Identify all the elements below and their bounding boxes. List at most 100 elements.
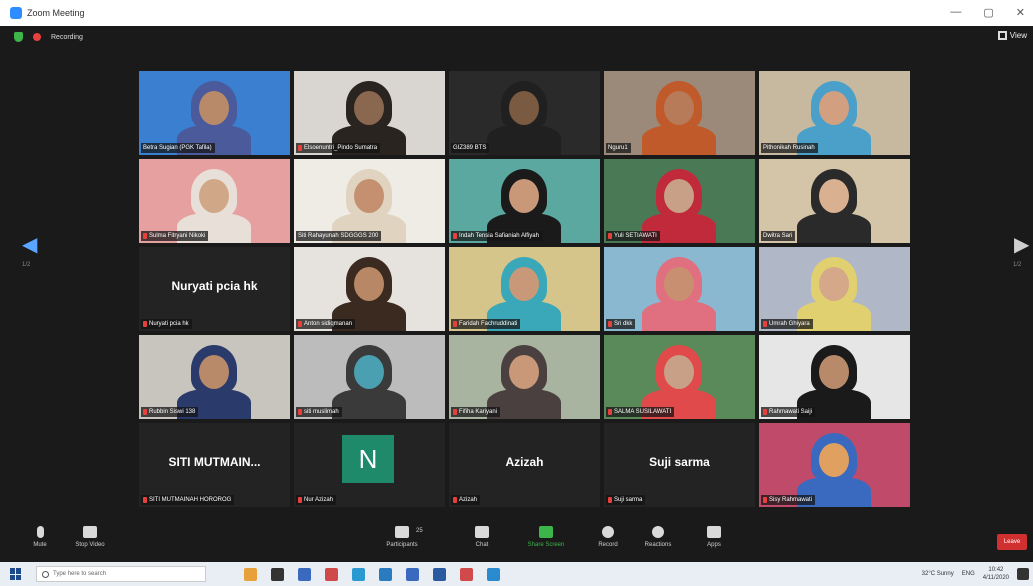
participant-nametag: Elsoenuntri_Pindo Sumatra	[296, 143, 381, 153]
next-page-arrow-icon[interactable]: ▶	[1014, 232, 1029, 257]
participant-nametag: SITI MUTMAINAH HOROROG	[141, 495, 235, 505]
gallery-view-icon	[997, 31, 1007, 40]
participant-tile[interactable]: Anton sidiqmanan	[294, 247, 445, 331]
participant-tile[interactable]: Sisy Rahmawati	[759, 423, 910, 507]
muted-microphone-icon	[453, 321, 457, 327]
taskbar-app-icon[interactable]	[406, 567, 419, 581]
taskbar-search-input[interactable]: Type here to search	[36, 566, 206, 582]
participant-name: Anton sidiqmanan	[304, 321, 353, 327]
participant-name: Nur Azizah	[304, 497, 334, 503]
participant-tile[interactable]: Elsoenuntri_Pindo Sumatra	[294, 71, 445, 155]
muted-microphone-icon	[453, 497, 457, 503]
minimize-button[interactable]: —	[950, 6, 961, 19]
participant-tile[interactable]: Pithonikah Rusinah	[759, 71, 910, 155]
muted-microphone-icon	[143, 321, 147, 327]
close-button[interactable]: ✕	[1016, 6, 1025, 19]
windows-start-icon[interactable]	[10, 568, 22, 580]
taskbar-clock[interactable]: 10:42 4/11/2020	[983, 566, 1009, 582]
participant-nametag: Rubbin Siswi 138	[141, 407, 199, 417]
taskbar-app-icon[interactable]	[271, 567, 284, 581]
participant-tile[interactable]: Fifiha Kariyani	[449, 335, 600, 419]
weather-widget[interactable]: 32°C Sunny	[922, 571, 954, 577]
share-screen-button[interactable]: Share Screen	[524, 526, 568, 548]
participant-tile[interactable]: Sulma Fitryani Nikoki	[139, 159, 290, 243]
participant-nametag: siti muslimah	[296, 407, 342, 417]
muted-microphone-icon	[143, 409, 147, 415]
participant-nametag: Fifiha Kariyani	[451, 407, 501, 417]
participant-tile[interactable]: Yuli SETIAWATI	[604, 159, 755, 243]
muted-microphone-icon	[143, 497, 147, 503]
taskbar-app-icon[interactable]	[487, 567, 500, 581]
participant-name: Indah Tensia Safianiah Alfiyah	[459, 233, 539, 239]
zoom-app-icon	[10, 7, 22, 19]
muted-microphone-icon	[608, 233, 612, 239]
stop-video-button[interactable]: Stop Video	[68, 526, 112, 548]
participant-name: Faridah Fachruddinati	[459, 321, 518, 327]
participant-tile[interactable]: Umrah Ghiyara	[759, 247, 910, 331]
participant-name: Fifiha Kariyani	[459, 409, 498, 415]
taskbar-app-icon[interactable]	[433, 567, 446, 581]
participant-nametag: Betra Sugian (PGK Tafila)	[141, 143, 215, 153]
participant-tile[interactable]: Betra Sugian (PGK Tafila)	[139, 71, 290, 155]
participant-tile[interactable]: Azizah Azizah	[449, 423, 600, 507]
participant-tile[interactable]: GIZ389 BTS	[449, 71, 600, 155]
muted-microphone-icon	[298, 409, 302, 415]
participant-tile[interactable]: Rubbin Siswi 138	[139, 335, 290, 419]
taskbar-app-icon[interactable]	[460, 567, 473, 581]
language-indicator[interactable]: ENG	[962, 571, 975, 577]
mute-button[interactable]: Mute	[18, 526, 62, 548]
security-shield-icon[interactable]	[14, 32, 23, 42]
participant-nametag: Sri dkk	[606, 319, 636, 329]
taskbar-app-icon[interactable]	[379, 567, 392, 581]
windows-taskbar: Type here to search 32°C Sunny ENG 10:42…	[0, 562, 1033, 586]
previous-page-arrow-icon[interactable]: ◀	[22, 232, 37, 257]
taskbar-app-icon[interactable]	[298, 567, 311, 581]
participant-nametag: SALMA SUSILAWATI	[606, 407, 675, 417]
notification-center-icon[interactable]	[1017, 568, 1029, 580]
muted-microphone-icon	[763, 409, 767, 415]
participants-count: 25	[416, 528, 423, 534]
participant-tile[interactable]: Suji sarma Suji sarma	[604, 423, 755, 507]
recording-icon	[33, 33, 41, 41]
participant-nametag: Nur Azizah	[296, 495, 337, 505]
taskbar-app-icon[interactable]	[325, 567, 338, 581]
participant-tile[interactable]: SITI MUTMAIN... SITI MUTMAINAH HOROROG	[139, 423, 290, 507]
video-camera-icon	[83, 526, 97, 538]
participant-nametag: Sulma Fitryani Nikoki	[141, 231, 209, 241]
leave-button[interactable]: Leave	[997, 534, 1027, 550]
participant-tile[interactable]: Indah Tensia Safianiah Alfiyah	[449, 159, 600, 243]
apps-icon	[707, 526, 721, 538]
chat-button[interactable]: Chat	[460, 526, 504, 548]
avatar: N	[342, 435, 394, 483]
participant-tile[interactable]: N Nur Azizah	[294, 423, 445, 507]
participant-name: Sisy Rahmawati	[769, 497, 813, 503]
record-button[interactable]: Record	[586, 526, 630, 548]
view-button[interactable]: View	[997, 31, 1027, 40]
participant-name: Sri dkk	[614, 321, 633, 327]
taskbar-pinned-apps	[244, 567, 500, 581]
taskbar-app-icon[interactable]	[244, 567, 257, 581]
participant-name: Sulma Fitryani Nikoki	[149, 233, 206, 239]
participant-tile[interactable]: Nuryati pcia hk Nuryati pcia hk	[139, 247, 290, 331]
participant-tile[interactable]: siti muslimah	[294, 335, 445, 419]
participant-tile[interactable]: Nguru1	[604, 71, 755, 155]
participant-tile[interactable]: Siti Rahayunah SDGGGS 200	[294, 159, 445, 243]
participant-tile[interactable]: Dwitra Sari	[759, 159, 910, 243]
maximize-button[interactable]: ▢	[983, 6, 993, 19]
participant-name: Yuli SETIAWATI	[614, 233, 657, 239]
window-title: Zoom Meeting	[27, 8, 85, 18]
participant-display-name: SITI MUTMAIN...	[168, 455, 261, 469]
participant-tile[interactable]: Sri dkk	[604, 247, 755, 331]
apps-button[interactable]: Apps	[692, 526, 736, 548]
reactions-button[interactable]: Reactions	[636, 526, 680, 548]
participant-name: siti muslimah	[304, 409, 339, 415]
taskbar-app-icon[interactable]	[352, 567, 365, 581]
meeting-toolbar: Mute Stop Video Participants 25 Chat Sha…	[0, 522, 1033, 562]
participant-nametag: Nuryati pcia hk	[141, 319, 192, 329]
participant-tile[interactable]: SALMA SUSILAWATI	[604, 335, 755, 419]
participant-tile[interactable]: Rahmawati Saiji	[759, 335, 910, 419]
participant-name: GIZ389 BTS	[453, 145, 487, 151]
participant-tile[interactable]: Faridah Fachruddinati	[449, 247, 600, 331]
muted-microphone-icon	[453, 409, 457, 415]
participant-nametag: Yuli SETIAWATI	[606, 231, 660, 241]
